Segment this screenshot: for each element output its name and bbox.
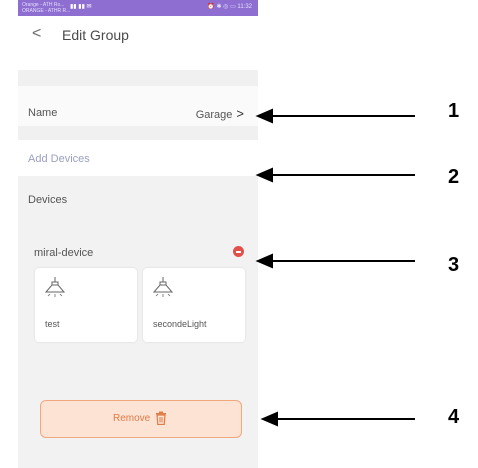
annotation-number-4: 4: [448, 406, 460, 428]
annotation-arrowhead-2: [255, 167, 273, 183]
annotation-arrowhead-4: [260, 411, 278, 427]
annotation-number-1: 1: [448, 100, 460, 122]
annotation-arrowhead-3: [255, 253, 273, 269]
annotation-arrows: [255, 108, 415, 427]
annotation-number-2: 2: [448, 166, 460, 188]
annotation-number-3: 3: [448, 254, 460, 276]
annotation-arrowhead-1: [255, 108, 273, 124]
